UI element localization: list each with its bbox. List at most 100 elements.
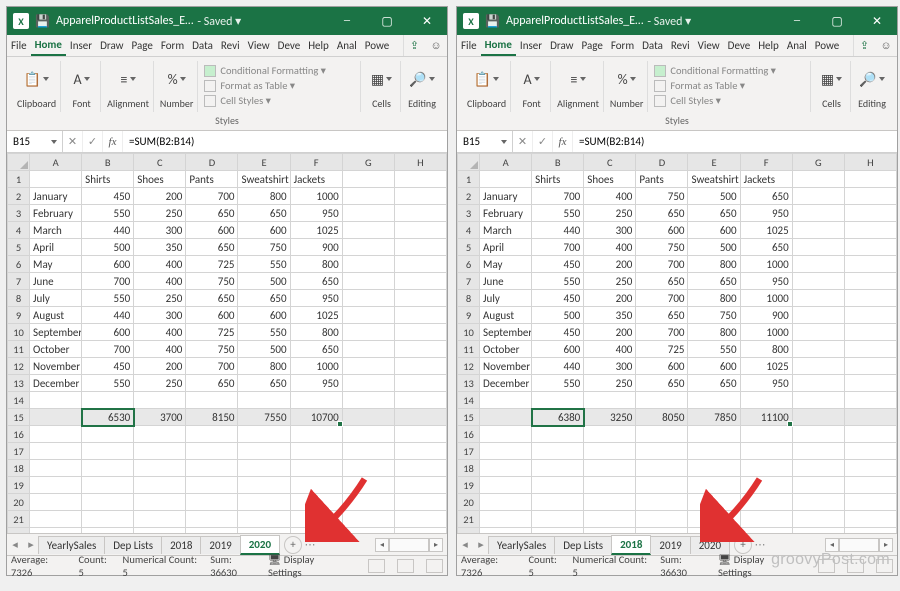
cell[interactable]: October <box>480 341 532 358</box>
cell[interactable]: 1000 <box>740 256 792 273</box>
cell[interactable] <box>740 426 792 443</box>
cell[interactable]: 550 <box>238 324 290 341</box>
cell[interactable] <box>394 426 446 443</box>
cell[interactable]: December <box>480 375 532 392</box>
row-header-6[interactable]: 6 <box>458 256 480 273</box>
cell[interactable] <box>82 511 134 528</box>
row-header-9[interactable]: 9 <box>458 307 480 324</box>
cell[interactable]: 750 <box>186 273 238 290</box>
cell[interactable] <box>394 239 446 256</box>
cell[interactable]: 350 <box>584 307 636 324</box>
cell[interactable]: 900 <box>740 307 792 324</box>
ribbon-tab-inser[interactable]: Inser <box>66 36 96 55</box>
cell[interactable] <box>342 477 394 494</box>
cell[interactable] <box>186 426 238 443</box>
cell[interactable] <box>532 511 584 528</box>
close-button[interactable]: ✕ <box>857 7 897 35</box>
cell[interactable]: 550 <box>82 205 134 222</box>
ribbon-tab-deve[interactable]: Deve <box>274 36 305 55</box>
cell[interactable] <box>844 188 896 205</box>
cell[interactable] <box>30 511 82 528</box>
cell[interactable]: 600 <box>688 222 740 239</box>
row-header-2[interactable]: 2 <box>8 188 30 205</box>
row-header-9[interactable]: 9 <box>8 307 30 324</box>
cell[interactable]: July <box>30 290 82 307</box>
cell[interactable] <box>30 426 82 443</box>
cell[interactable] <box>532 460 584 477</box>
row-header-19[interactable]: 19 <box>8 477 30 494</box>
cell[interactable] <box>584 528 636 534</box>
cell[interactable]: 200 <box>134 188 186 205</box>
cell[interactable] <box>688 460 740 477</box>
cell[interactable] <box>480 528 532 534</box>
cell[interactable]: 550 <box>82 290 134 307</box>
cell[interactable]: 1000 <box>740 324 792 341</box>
enter-formula-button[interactable]: ✓ <box>533 131 553 152</box>
column-header-H[interactable]: H <box>394 154 446 171</box>
cell[interactable] <box>342 256 394 273</box>
cell[interactable] <box>792 426 844 443</box>
row-header-4[interactable]: 4 <box>8 222 30 239</box>
cell[interactable]: March <box>480 222 532 239</box>
row-header-12[interactable]: 12 <box>8 358 30 375</box>
sheet-tab-overflow[interactable]: ⋯ <box>302 538 318 551</box>
cell[interactable]: 3700 <box>134 409 186 426</box>
row-header-17[interactable]: 17 <box>8 443 30 460</box>
cell[interactable]: 600 <box>186 222 238 239</box>
cell[interactable]: 750 <box>636 239 688 256</box>
column-header-A[interactable]: A <box>30 154 82 171</box>
cell[interactable] <box>394 188 446 205</box>
feedback-button[interactable]: ☺ <box>875 39 897 52</box>
cell[interactable] <box>134 460 186 477</box>
column-header-B[interactable]: B <box>532 154 584 171</box>
cell[interactable] <box>584 477 636 494</box>
cell[interactable] <box>844 358 896 375</box>
cell[interactable]: November <box>30 358 82 375</box>
horizontal-scrollbar[interactable]: ◂▸ <box>825 538 893 552</box>
ribbon-tab-draw[interactable]: Draw <box>96 36 127 55</box>
cell[interactable] <box>636 392 688 409</box>
minimize-button[interactable]: ─ <box>327 7 367 35</box>
cell[interactable] <box>844 222 896 239</box>
fill-handle[interactable] <box>787 421 793 427</box>
sheet-tab-2020[interactable]: 2020 <box>690 536 730 554</box>
page-break-view-button[interactable] <box>426 559 443 573</box>
cell[interactable] <box>636 528 688 534</box>
cell[interactable]: 3250 <box>584 409 636 426</box>
cell[interactable]: 700 <box>82 341 134 358</box>
cell[interactable] <box>688 511 740 528</box>
cell[interactable] <box>30 460 82 477</box>
cell[interactable]: 250 <box>584 205 636 222</box>
alignment-button[interactable]: ≡ <box>567 68 589 90</box>
ribbon-tab-revi[interactable]: Revi <box>217 36 244 55</box>
cell[interactable] <box>636 460 688 477</box>
column-header-H[interactable]: H <box>844 154 896 171</box>
cell[interactable] <box>134 511 186 528</box>
ribbon-tab-revi[interactable]: Revi <box>667 36 694 55</box>
cell[interactable] <box>394 375 446 392</box>
conditional-formatting-button[interactable]: Conditional Formatting ▾ <box>204 63 326 78</box>
cell[interactable]: September <box>480 324 532 341</box>
cell[interactable] <box>238 494 290 511</box>
cell[interactable] <box>636 477 688 494</box>
cell[interactable]: 950 <box>290 375 342 392</box>
cell[interactable] <box>792 273 844 290</box>
cancel-formula-button[interactable]: ✕ <box>513 131 533 152</box>
cell[interactable]: 650 <box>688 375 740 392</box>
cell[interactable] <box>584 460 636 477</box>
column-header-C[interactable]: C <box>134 154 186 171</box>
cell[interactable]: 600 <box>82 324 134 341</box>
cell[interactable] <box>342 511 394 528</box>
column-header-E[interactable]: E <box>688 154 740 171</box>
sheet-tab-yearlysales[interactable]: YearlySales <box>38 536 105 554</box>
cell[interactable] <box>30 477 82 494</box>
cell[interactable] <box>394 528 446 534</box>
cell[interactable] <box>844 528 896 534</box>
cell[interactable]: 725 <box>186 256 238 273</box>
cell[interactable]: 800 <box>290 256 342 273</box>
insert-function-button[interactable]: fx <box>553 131 573 152</box>
row-header-7[interactable]: 7 <box>8 273 30 290</box>
cell[interactable] <box>792 494 844 511</box>
cell[interactable] <box>792 443 844 460</box>
cell[interactable] <box>792 256 844 273</box>
